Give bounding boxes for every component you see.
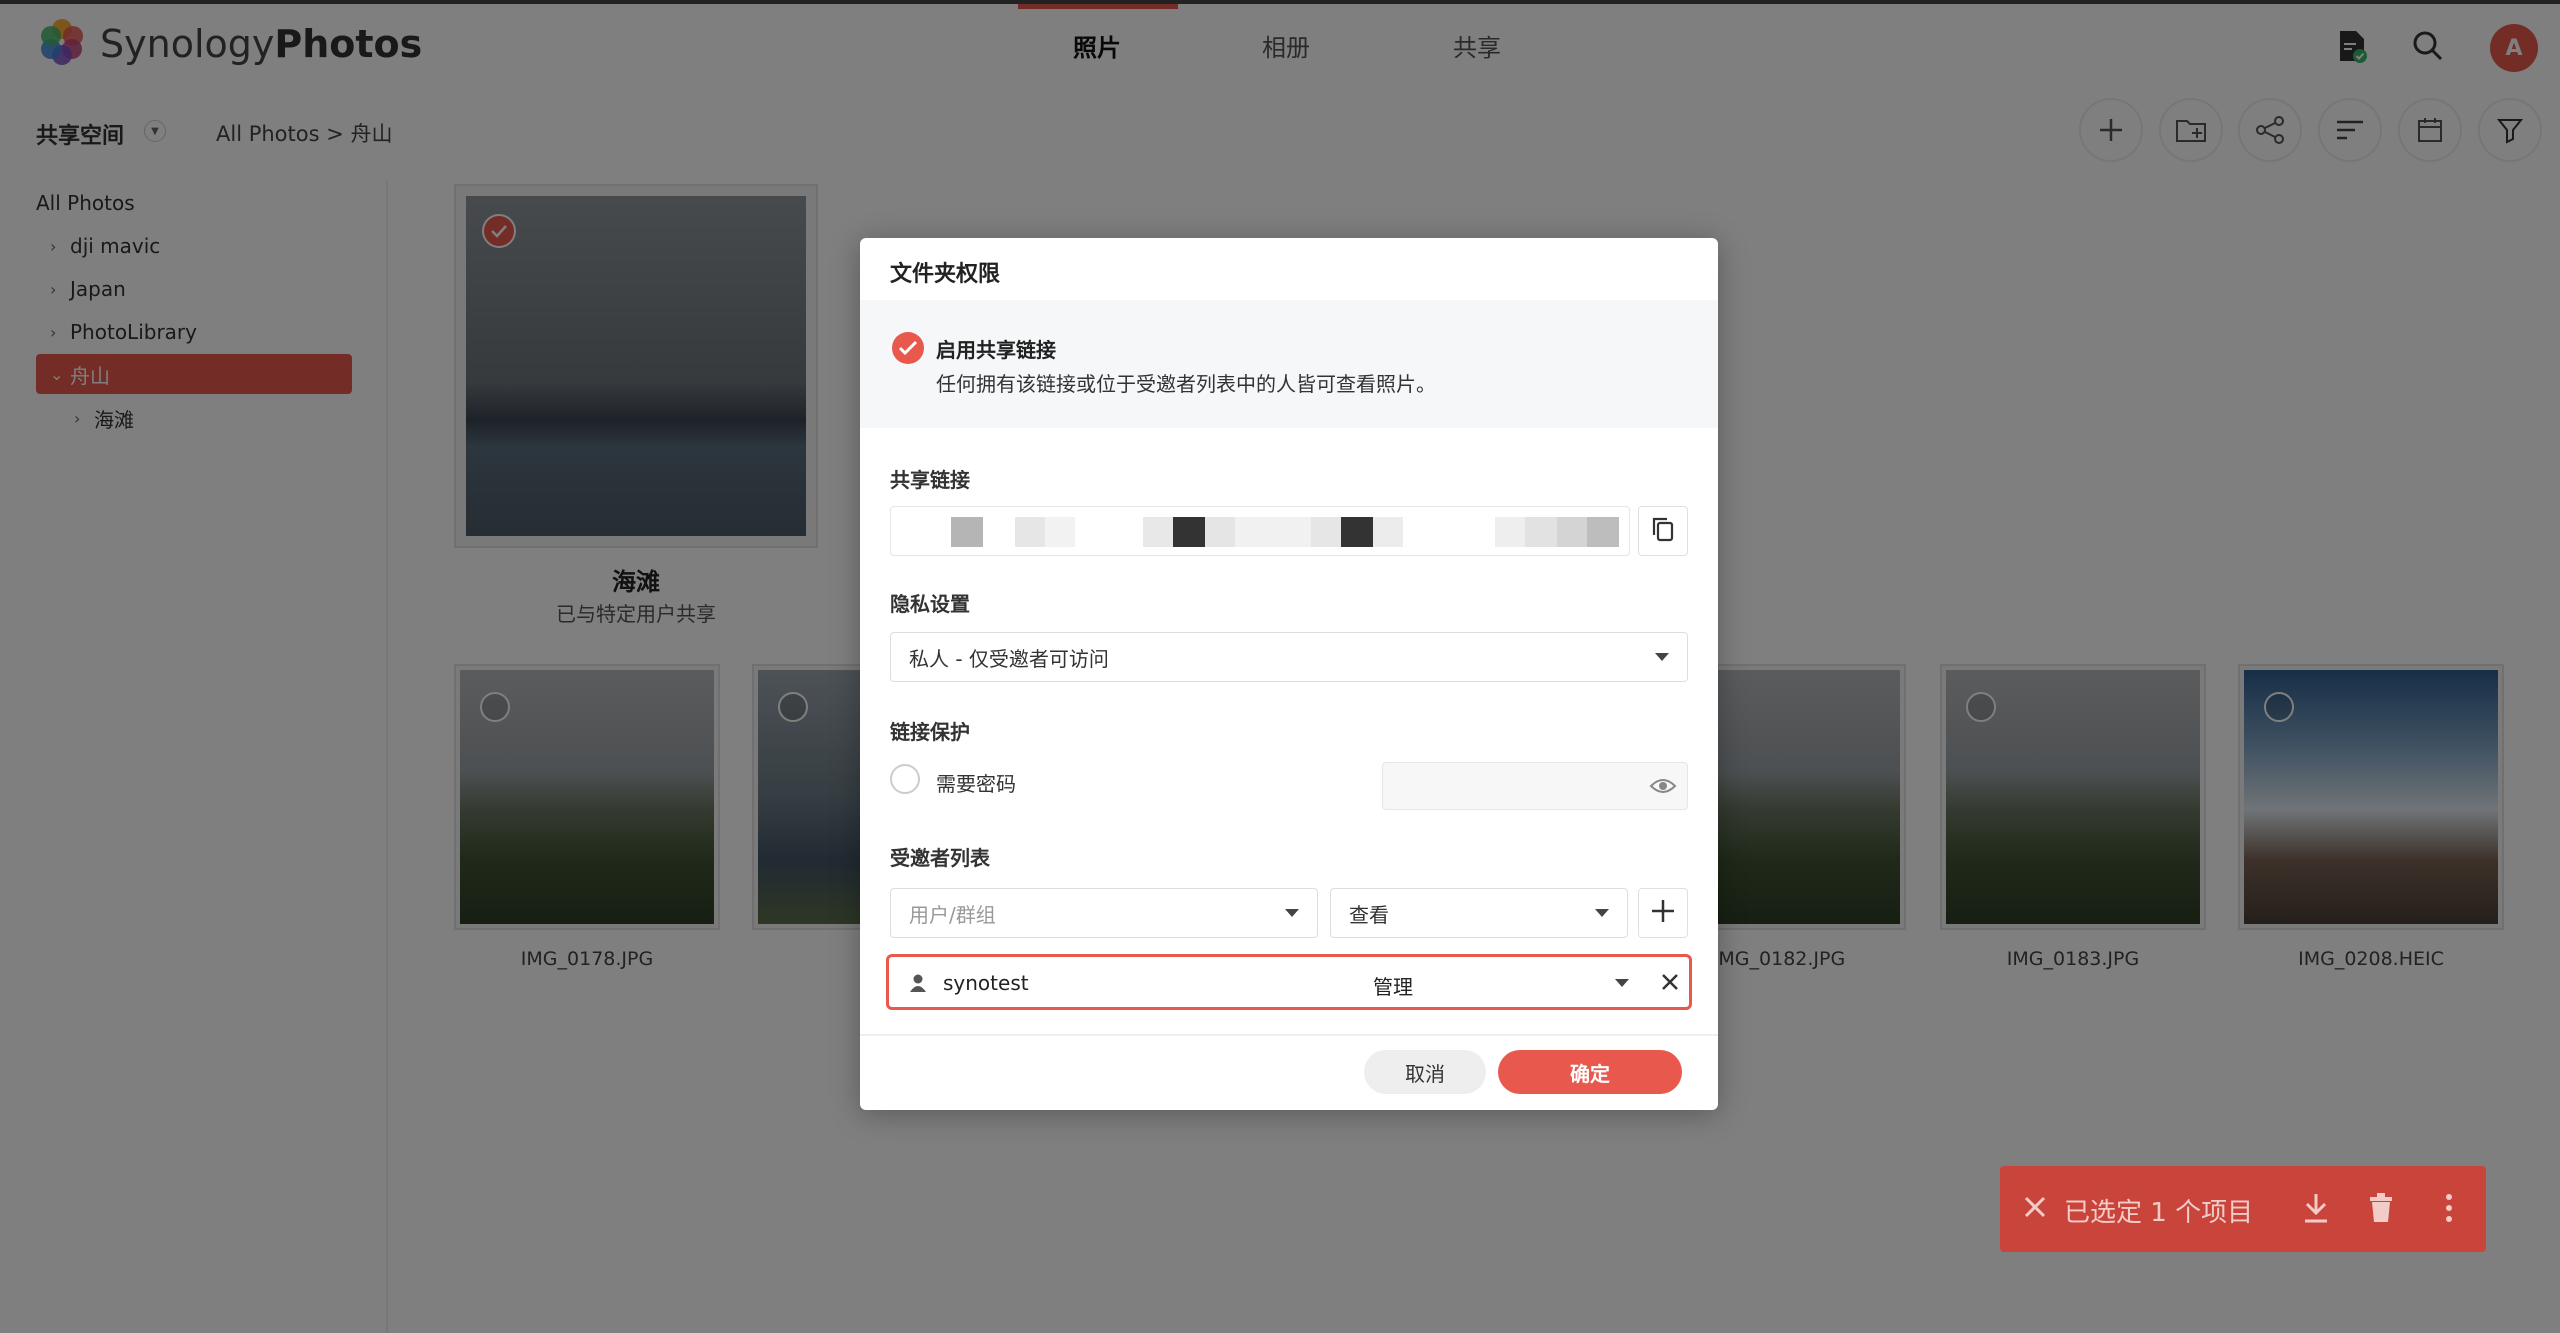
- caret-down-icon: [1655, 653, 1669, 661]
- require-password-label: 需要密码: [936, 772, 1016, 796]
- privacy-settings-label: 隐私设置: [890, 592, 970, 616]
- redacted-block: [1557, 517, 1587, 547]
- enable-share-link-label: 启用共享链接: [936, 338, 1056, 362]
- eye-icon[interactable]: [1649, 775, 1677, 801]
- plus-icon: [1650, 898, 1676, 928]
- caret-down-icon: [1595, 909, 1609, 917]
- add-invitee-button[interactable]: [1638, 888, 1688, 938]
- invitee-username: synotest: [943, 971, 1029, 995]
- trash-icon[interactable]: [2368, 1192, 2394, 1228]
- redacted-block: [1173, 517, 1205, 547]
- redacted-block: [1235, 517, 1311, 547]
- permission-select-value: 查看: [1349, 902, 1389, 927]
- require-password-checkbox[interactable]: [890, 764, 920, 794]
- redacted-block: [1341, 517, 1373, 547]
- link-protection-label: 链接保护: [890, 720, 970, 744]
- redacted-block: [1205, 517, 1235, 547]
- dialog-title: 文件夹权限: [890, 262, 1001, 287]
- copy-link-button[interactable]: [1638, 506, 1688, 556]
- enable-share-link-checkbox[interactable]: [892, 332, 924, 364]
- invitee-row: synotest 管理: [886, 954, 1692, 1010]
- close-icon[interactable]: [2022, 1194, 2048, 1224]
- redacted-block: [1311, 517, 1341, 547]
- redacted-block: [1525, 517, 1557, 547]
- redacted-block: [1015, 517, 1045, 547]
- user-group-select[interactable]: 用户/群组: [890, 888, 1318, 938]
- share-link-label: 共享链接: [890, 468, 970, 492]
- permission-select[interactable]: 查看: [1330, 888, 1628, 938]
- selection-count: 已选定 1 个项目: [2064, 1198, 2254, 1228]
- redacted-block: [1495, 517, 1525, 547]
- download-icon[interactable]: [2302, 1192, 2330, 1228]
- password-input[interactable]: [1382, 762, 1688, 810]
- close-icon[interactable]: [1657, 969, 1683, 995]
- user-group-placeholder: 用户/群组: [909, 902, 996, 927]
- enable-share-link-description: 任何拥有该链接或位于受邀者列表中的人皆可查看照片。: [936, 372, 1436, 396]
- redacted-block: [1373, 517, 1403, 547]
- selection-bar: 已选定 1 个项目: [2000, 1166, 2486, 1252]
- caret-down-icon: [1285, 909, 1299, 917]
- confirm-button[interactable]: 确定: [1498, 1050, 1682, 1094]
- redacted-block: [1045, 517, 1075, 547]
- copy-icon: [1650, 515, 1676, 547]
- more-options-icon[interactable]: [2444, 1192, 2454, 1228]
- user-icon: [909, 973, 927, 997]
- redacted-block: [1587, 517, 1619, 547]
- invitee-role-select[interactable]: 管理: [1373, 971, 1413, 1000]
- cancel-button[interactable]: 取消: [1364, 1050, 1486, 1094]
- caret-down-icon[interactable]: [1615, 979, 1629, 987]
- privacy-select-value: 私人 - 仅受邀者可访问: [909, 646, 1109, 671]
- privacy-select[interactable]: 私人 - 仅受邀者可访问: [890, 632, 1688, 682]
- folder-permission-dialog: 文件夹权限 启用共享链接 任何拥有该链接或位于受邀者列表中的人皆可查看照片。 共…: [860, 238, 1718, 1110]
- divider: [860, 1034, 1718, 1036]
- redacted-block: [951, 517, 983, 547]
- enable-share-link-section: [860, 300, 1718, 428]
- invitee-list-label: 受邀者列表: [890, 846, 990, 870]
- share-link-field[interactable]: [890, 506, 1630, 556]
- redacted-block: [1143, 517, 1173, 547]
